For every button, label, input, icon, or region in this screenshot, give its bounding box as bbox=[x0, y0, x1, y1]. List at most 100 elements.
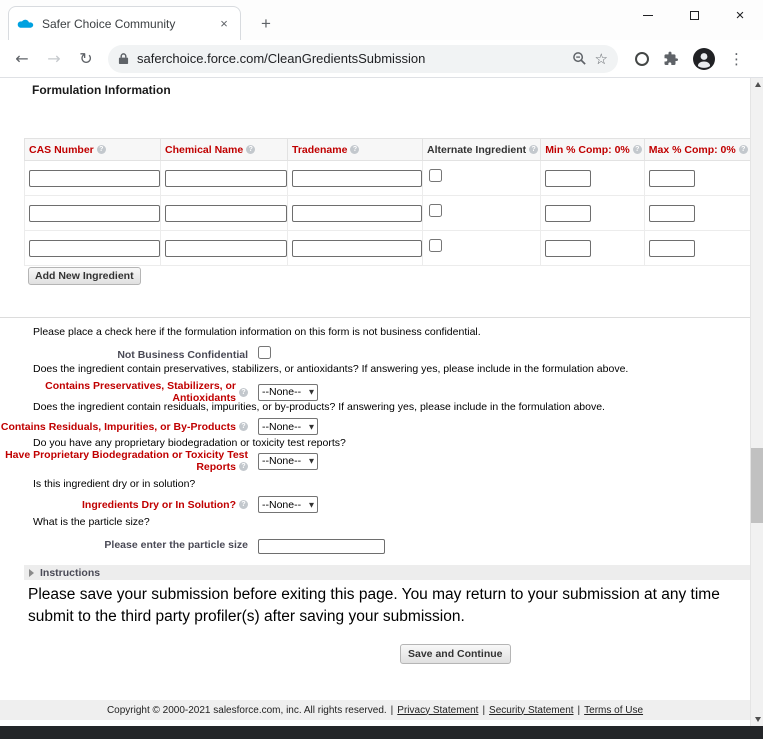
max-comp-input[interactable] bbox=[649, 205, 695, 222]
extension-circle-icon[interactable] bbox=[635, 52, 649, 66]
col-header-max-comp: Max % Comp: 0% bbox=[644, 139, 750, 161]
bookmark-star-icon[interactable]: ☆ bbox=[595, 50, 608, 68]
window-minimize-button[interactable] bbox=[625, 0, 671, 30]
dry-or-solution-label: Ingredients Dry or In Solution? bbox=[0, 499, 248, 511]
instructions-line-2: submit to the third party profiler(s) af… bbox=[28, 606, 720, 628]
triangle-up-icon bbox=[755, 82, 761, 87]
salesforce-cloud-favicon bbox=[17, 18, 34, 30]
browser-tab[interactable]: Safer Choice Community × bbox=[8, 6, 241, 40]
scroll-down-arrow[interactable] bbox=[751, 713, 763, 726]
help-icon bbox=[529, 145, 538, 154]
biodegradation-select[interactable]: --None--▼ bbox=[258, 453, 318, 470]
window-maximize-button[interactable] bbox=[671, 0, 717, 30]
new-tab-button[interactable]: + bbox=[254, 12, 278, 36]
triangle-down-icon bbox=[755, 717, 761, 722]
help-icon bbox=[246, 145, 255, 154]
url-text: saferchoice.force.com/CleanGredientsSubm… bbox=[137, 51, 564, 66]
browser-titlebar: Safer Choice Community × + × bbox=[0, 0, 763, 40]
particle-size-label: Please enter the particle size bbox=[0, 539, 248, 551]
max-comp-input[interactable] bbox=[649, 170, 695, 187]
profile-avatar[interactable] bbox=[693, 48, 715, 70]
biodegradation-label: Have Proprietary Biodegradation or Toxic… bbox=[0, 449, 248, 473]
zoom-out-icon[interactable] bbox=[572, 51, 587, 66]
help-icon bbox=[739, 145, 748, 154]
scrollbar-thumb[interactable] bbox=[751, 448, 763, 523]
particle-size-question: What is the particle size? bbox=[33, 516, 150, 528]
address-bar[interactable]: saferchoice.force.com/CleanGredientsSubm… bbox=[108, 45, 618, 73]
dry-or-solution-select[interactable]: --None--▼ bbox=[258, 496, 318, 513]
browser-toolbar: ← → ↻ saferchoice.force.com/CleanGredien… bbox=[0, 40, 763, 78]
window-close-button[interactable]: × bbox=[717, 0, 763, 30]
chemical-name-input[interactable] bbox=[165, 205, 287, 222]
scroll-up-arrow[interactable] bbox=[751, 78, 763, 91]
tradename-input[interactable] bbox=[292, 205, 422, 222]
lock-icon bbox=[118, 52, 129, 65]
help-icon bbox=[97, 145, 106, 154]
tradename-input[interactable] bbox=[292, 170, 422, 187]
help-icon bbox=[239, 388, 248, 397]
col-header-alternate-ingredient: Alternate Ingredient bbox=[423, 139, 541, 161]
add-new-ingredient-button[interactable]: Add New Ingredient bbox=[28, 267, 141, 285]
browser-menu-icon[interactable]: ⋮ bbox=[729, 50, 744, 68]
extensions-puzzle-icon[interactable] bbox=[663, 51, 679, 67]
table-row: --None-- bbox=[25, 161, 751, 196]
col-header-chemical-name: Chemical Name bbox=[161, 139, 288, 161]
table-row: --None-- bbox=[25, 196, 751, 231]
residuals-question: Does the ingredient contain residuals, i… bbox=[33, 401, 605, 413]
instructions-text: Please save your submission before exiti… bbox=[28, 584, 720, 628]
table-row: --None-- bbox=[25, 231, 751, 266]
tradename-input[interactable] bbox=[292, 240, 422, 257]
copyright-text: Copyright © 2000-2021 salesforce.com, in… bbox=[107, 705, 387, 716]
help-icon bbox=[239, 462, 248, 471]
biodegradation-question: Do you have any proprietary biodegradati… bbox=[33, 437, 346, 449]
vertical-scrollbar[interactable] bbox=[750, 78, 763, 726]
close-icon: × bbox=[736, 8, 745, 23]
alternate-ingredient-checkbox[interactable] bbox=[429, 239, 442, 252]
instructions-section-header[interactable]: Instructions bbox=[24, 565, 750, 580]
privacy-statement-link[interactable]: Privacy Statement bbox=[397, 705, 478, 716]
cas-number-input[interactable] bbox=[29, 240, 160, 257]
security-statement-link[interactable]: Security Statement bbox=[489, 705, 573, 716]
alternate-ingredient-checkbox[interactable] bbox=[429, 169, 442, 182]
preservatives-select[interactable]: --None--▼ bbox=[258, 384, 318, 401]
cas-number-input[interactable] bbox=[29, 170, 160, 187]
instructions-line-1: Please save your submission before exiti… bbox=[28, 584, 720, 606]
residuals-label: Contains Residuals, Impurities, or By-Pr… bbox=[0, 421, 248, 433]
residuals-select[interactable]: --None--▼ bbox=[258, 418, 318, 435]
table-header-row: CAS Number Chemical Name Tradename Alter… bbox=[25, 139, 751, 161]
chemical-name-input[interactable] bbox=[165, 240, 287, 257]
footer-separator: | bbox=[391, 705, 394, 716]
confidential-question: Please place a check here if the formula… bbox=[33, 326, 481, 338]
min-comp-input[interactable] bbox=[545, 205, 591, 222]
reload-button[interactable]: ↻ bbox=[72, 45, 100, 73]
col-header-tradename: Tradename bbox=[288, 139, 423, 161]
chemical-name-input[interactable] bbox=[165, 170, 287, 187]
chevron-down-icon: ▼ bbox=[309, 501, 314, 509]
particle-size-input[interactable] bbox=[258, 539, 385, 554]
preservatives-question: Does the ingredient contain preservative… bbox=[33, 363, 628, 375]
tab-close-icon[interactable]: × bbox=[216, 16, 232, 32]
footer-separator: | bbox=[578, 705, 581, 716]
chevron-down-icon: ▼ bbox=[309, 388, 314, 396]
minimize-icon bbox=[643, 15, 653, 16]
window-controls: × bbox=[625, 0, 763, 30]
col-header-min-comp: Min % Comp: 0% bbox=[541, 139, 645, 161]
alternate-ingredient-checkbox[interactable] bbox=[429, 204, 442, 217]
chevron-down-icon: ▼ bbox=[309, 457, 314, 465]
cas-number-input[interactable] bbox=[29, 205, 160, 222]
formulation-table: CAS Number Chemical Name Tradename Alter… bbox=[24, 138, 750, 266]
help-icon bbox=[239, 500, 248, 509]
min-comp-input[interactable] bbox=[545, 240, 591, 257]
back-button[interactable]: ← bbox=[8, 45, 36, 73]
max-comp-input[interactable] bbox=[649, 240, 695, 257]
min-comp-input[interactable] bbox=[545, 170, 591, 187]
maximize-icon bbox=[690, 11, 699, 20]
lower-form-section: Please place a check here if the formula… bbox=[0, 317, 750, 565]
instructions-title: Instructions bbox=[40, 567, 100, 579]
page-footer: Copyright © 2000-2021 salesforce.com, in… bbox=[0, 700, 750, 720]
not-business-confidential-checkbox[interactable] bbox=[258, 346, 271, 359]
dry-or-solution-question: Is this ingredient dry or in solution? bbox=[33, 478, 195, 490]
save-and-continue-button[interactable]: Save and Continue bbox=[400, 644, 511, 664]
forward-button[interactable]: → bbox=[40, 45, 68, 73]
terms-of-use-link[interactable]: Terms of Use bbox=[584, 705, 643, 716]
